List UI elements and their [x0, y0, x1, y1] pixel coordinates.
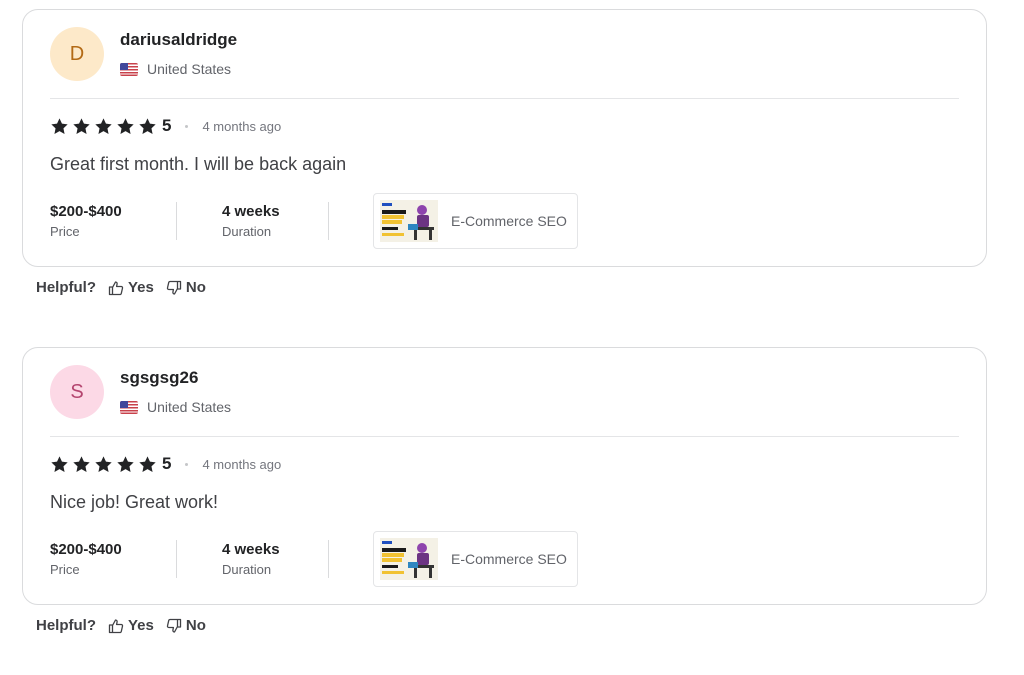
rating-value: 5 — [162, 116, 172, 135]
meta-divider — [328, 202, 329, 240]
rating-row: 5 4 months ago — [50, 116, 281, 136]
price-block: $200-$400 Price — [50, 203, 176, 239]
avatar[interactable]: S — [50, 365, 104, 419]
divider — [50, 436, 959, 437]
helpful-yes-button[interactable]: Yes — [108, 279, 154, 296]
gig-card[interactable]: E-Commerce SEO — [373, 531, 578, 587]
review-meta: $200-$400 Price 4 weeks Duration E-Comme… — [50, 531, 578, 587]
gig-thumbnail — [380, 200, 438, 242]
helpful-row: Helpful? Yes No — [36, 279, 206, 296]
star-icon — [73, 117, 90, 134]
helpful-label: Helpful? — [36, 617, 96, 634]
price-value: $200-$400 — [50, 541, 122, 558]
star-icon — [51, 117, 68, 134]
price-block: $200-$400 Price — [50, 541, 176, 577]
thumbs-down-icon — [166, 280, 182, 295]
duration-value: 4 weeks — [222, 203, 280, 220]
reviewer-username[interactable]: dariusaldridge — [120, 30, 237, 50]
duration-label: Duration — [222, 224, 272, 239]
meta-divider — [328, 540, 329, 578]
review-text: Nice job! Great work! — [50, 492, 219, 512]
helpful-no-button[interactable]: No — [166, 617, 206, 634]
review-meta: $200-$400 Price 4 weeks Duration E-Comme… — [50, 193, 578, 249]
helpful-yes-button[interactable]: Yes — [108, 617, 154, 634]
gig-thumbnail — [380, 538, 438, 580]
yes-label: Yes — [128, 617, 154, 634]
separator-dot — [185, 462, 189, 466]
gig-card[interactable]: E-Commerce SEO — [373, 193, 578, 249]
star-icon — [117, 455, 134, 472]
gig-title: E-Commerce SEO — [451, 551, 567, 567]
review-time: 4 months ago — [202, 118, 282, 134]
rating-value: 5 — [162, 454, 172, 473]
helpful-no-button[interactable]: No — [166, 279, 206, 296]
avatar-letter: D — [69, 42, 85, 65]
review-text: Great first month. I will be back again — [50, 154, 347, 174]
review-card: S sgsgsg26 United States 5 4 months ago … — [22, 347, 987, 605]
price-label: Price — [50, 224, 80, 239]
country-name: United States — [147, 399, 232, 415]
gig-title: E-Commerce SEO — [451, 213, 567, 229]
avatar-letter: S — [70, 380, 84, 403]
star-icon — [73, 455, 90, 472]
rating-row: 5 4 months ago — [50, 454, 281, 474]
review-item: D dariusaldridge United States 5 4 month… — [22, 9, 987, 296]
reviewer-country: United States — [120, 399, 231, 415]
yes-label: Yes — [128, 279, 154, 296]
helpful-label: Helpful? — [36, 279, 96, 296]
divider — [50, 98, 959, 99]
price-value: $200-$400 — [50, 203, 122, 220]
star-rating — [50, 117, 160, 136]
review-time: 4 months ago — [202, 456, 282, 472]
star-icon — [139, 455, 156, 472]
no-label: No — [185, 279, 206, 296]
star-rating — [50, 455, 160, 474]
us-flag-icon — [120, 62, 138, 76]
helpful-row: Helpful? Yes No — [36, 617, 206, 634]
reviewer-country: United States — [120, 61, 231, 77]
star-icon — [117, 117, 134, 134]
duration-block: 4 weeks Duration — [177, 203, 328, 239]
avatar[interactable]: D — [50, 27, 104, 81]
thumbs-down-icon — [166, 618, 182, 633]
star-icon — [139, 117, 156, 134]
thumbs-up-icon — [108, 280, 124, 295]
separator-dot — [185, 124, 189, 128]
duration-label: Duration — [222, 562, 272, 577]
thumbs-up-icon — [108, 618, 124, 633]
country-name: United States — [147, 61, 232, 77]
price-label: Price — [50, 562, 80, 577]
no-label: No — [185, 617, 206, 634]
reviewer-username[interactable]: sgsgsg26 — [120, 368, 198, 388]
star-icon — [51, 455, 68, 472]
review-card: D dariusaldridge United States 5 4 month… — [22, 9, 987, 267]
duration-value: 4 weeks — [222, 541, 280, 558]
review-item: S sgsgsg26 United States 5 4 months ago … — [22, 347, 987, 634]
duration-block: 4 weeks Duration — [177, 541, 328, 577]
star-icon — [95, 117, 112, 134]
us-flag-icon — [120, 400, 138, 414]
star-icon — [95, 455, 112, 472]
